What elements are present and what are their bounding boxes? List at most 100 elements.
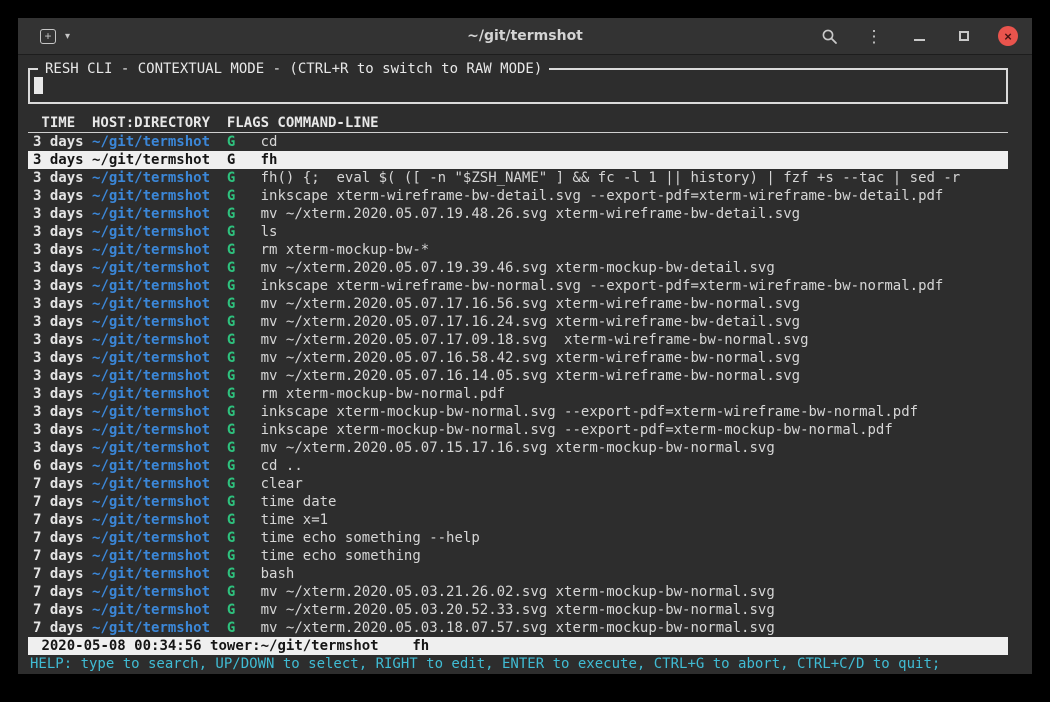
minimize-button[interactable] xyxy=(908,25,930,47)
row-directory: ~/git/termshot xyxy=(92,332,210,348)
tab-list-dropdown-button[interactable]: ▾ xyxy=(63,29,72,44)
row-directory: ~/git/termshot xyxy=(92,602,210,618)
history-row[interactable]: 3 days ~/git/termshot G mv ~/xterm.2020.… xyxy=(28,349,1008,367)
row-command: mv ~/xterm.2020.05.07.19.39.46.svg xterm… xyxy=(261,260,775,276)
history-row[interactable]: 3 days ~/git/termshot G mv ~/xterm.2020.… xyxy=(28,367,1008,385)
row-flags: G xyxy=(227,584,235,600)
new-tab-icon: + xyxy=(40,29,56,44)
history-row[interactable]: 3 days ~/git/termshot G mv ~/xterm.2020.… xyxy=(28,331,1008,349)
status-time: 2020-05-08 00:34:56 xyxy=(41,638,201,654)
row-flags: G xyxy=(227,512,235,528)
row-directory: ~/git/termshot xyxy=(92,260,210,276)
row-directory: ~/git/termshot xyxy=(92,278,210,294)
close-icon: × xyxy=(1004,30,1012,43)
close-button[interactable]: × xyxy=(998,26,1018,46)
history-row[interactable]: 7 days ~/git/termshot G time echo someth… xyxy=(28,547,1008,565)
row-time: 3 days xyxy=(33,332,84,348)
row-time: 3 days xyxy=(33,422,84,438)
history-row[interactable]: 3 days ~/git/termshot G fh() {; eval $( … xyxy=(28,169,1008,187)
row-flags: G xyxy=(227,206,235,222)
history-row[interactable]: 7 days ~/git/termshot G time echo someth… xyxy=(28,529,1008,547)
row-directory: ~/git/termshot xyxy=(92,476,210,492)
row-command: fh xyxy=(261,152,278,168)
help-line: HELP: type to search, UP/DOWN to select,… xyxy=(28,655,1008,673)
menu-button[interactable]: ⋮ xyxy=(863,25,885,47)
row-command: time x=1 xyxy=(261,512,328,528)
row-flags: G xyxy=(227,188,235,204)
row-time: 7 days xyxy=(33,512,84,528)
row-time: 3 days xyxy=(33,152,84,168)
history-row[interactable]: 7 days ~/git/termshot G mv ~/xterm.2020.… xyxy=(28,619,1008,637)
row-flags: G xyxy=(227,368,235,384)
row-time: 3 days xyxy=(33,368,84,384)
history-row[interactable]: 7 days ~/git/termshot G mv ~/xterm.2020.… xyxy=(28,583,1008,601)
row-command: time echo something xyxy=(261,548,421,564)
search-input[interactable]: RESH CLI - CONTEXTUAL MODE - (CTRL+R to … xyxy=(28,68,1008,104)
row-time: 3 days xyxy=(33,350,84,366)
row-flags: G xyxy=(227,332,235,348)
row-command: cd xyxy=(261,134,278,150)
row-directory: ~/git/termshot xyxy=(92,422,210,438)
row-flags: G xyxy=(227,224,235,240)
row-command: rm xterm-mockup-bw-* xyxy=(261,242,430,258)
row-time: 7 days xyxy=(33,620,84,636)
history-row[interactable]: 3 days ~/git/termshot G fh xyxy=(28,151,1008,169)
history-row[interactable]: 3 days ~/git/termshot G mv ~/xterm.2020.… xyxy=(28,259,1008,277)
row-flags: G xyxy=(227,422,235,438)
row-command: mv ~/xterm.2020.05.07.17.09.18.svg xterm… xyxy=(261,332,809,348)
row-directory: ~/git/termshot xyxy=(92,350,210,366)
new-tab-button[interactable]: + xyxy=(38,27,58,46)
row-flags: G xyxy=(227,296,235,312)
row-time: 3 days xyxy=(33,440,84,456)
row-directory: ~/git/termshot xyxy=(92,314,210,330)
row-directory: ~/git/termshot xyxy=(92,620,210,636)
history-row[interactable]: 7 days ~/git/termshot G mv ~/xterm.2020.… xyxy=(28,601,1008,619)
restore-icon xyxy=(959,31,969,41)
history-row[interactable]: 3 days ~/git/termshot G rm xterm-mockup-… xyxy=(28,241,1008,259)
history-row[interactable]: 3 days ~/git/termshot G mv ~/xterm.2020.… xyxy=(28,205,1008,223)
row-command: fh() {; eval $( ([ -n "$ZSH_NAME" ] && f… xyxy=(261,170,961,186)
status-command: fh xyxy=(412,638,429,654)
row-time: 3 days xyxy=(33,260,84,276)
screen: { "colors": { "terminal_bg": "#2d2d2d", … xyxy=(0,0,1050,702)
history-row[interactable]: 3 days ~/git/termshot G inkscape xterm-w… xyxy=(28,187,1008,205)
history-row[interactable]: 3 days ~/git/termshot G ls xyxy=(28,223,1008,241)
row-flags: G xyxy=(227,242,235,258)
history-rows: 3 days ~/git/termshot G cd3 days ~/git/t… xyxy=(28,133,1008,637)
row-command: mv ~/xterm.2020.05.07.17.16.56.svg xterm… xyxy=(261,296,800,312)
history-row[interactable]: 3 days ~/git/termshot G rm xterm-mockup-… xyxy=(28,385,1008,403)
titlebar-right-controls: ⋮ × xyxy=(818,25,1018,47)
row-time: 3 days xyxy=(33,170,84,186)
status-host-directory: tower:~/git/termshot xyxy=(210,638,379,654)
history-row[interactable]: 7 days ~/git/termshot G time date xyxy=(28,493,1008,511)
row-flags: G xyxy=(227,386,235,402)
history-row[interactable]: 3 days ~/git/termshot G inkscape xterm-m… xyxy=(28,403,1008,421)
row-command: inkscape xterm-mockup-bw-normal.svg --ex… xyxy=(261,422,893,438)
row-directory: ~/git/termshot xyxy=(92,530,210,546)
search-button[interactable] xyxy=(818,25,840,47)
row-flags: G xyxy=(227,602,235,618)
history-row[interactable]: 3 days ~/git/termshot G inkscape xterm-m… xyxy=(28,421,1008,439)
restore-button[interactable] xyxy=(953,25,975,47)
history-row[interactable]: 6 days ~/git/termshot G cd .. xyxy=(28,457,1008,475)
row-directory: ~/git/termshot xyxy=(92,386,210,402)
history-row[interactable]: 3 days ~/git/termshot G cd xyxy=(28,133,1008,151)
history-row[interactable]: 7 days ~/git/termshot G clear xyxy=(28,475,1008,493)
row-command: inkscape xterm-wireframe-bw-normal.svg -… xyxy=(261,278,944,294)
row-command: mv ~/xterm.2020.05.07.17.16.24.svg xterm… xyxy=(261,314,800,330)
history-row[interactable]: 3 days ~/git/termshot G mv ~/xterm.2020.… xyxy=(28,313,1008,331)
row-directory: ~/git/termshot xyxy=(92,134,210,150)
row-time: 7 days xyxy=(33,566,84,582)
history-column-header: TIME HOST:DIRECTORY FLAGS COMMAND-LINE xyxy=(28,114,1008,133)
row-flags: G xyxy=(227,548,235,564)
history-row[interactable]: 3 days ~/git/termshot G mv ~/xterm.2020.… xyxy=(28,295,1008,313)
minimize-icon xyxy=(914,39,925,41)
row-flags: G xyxy=(227,314,235,330)
row-time: 3 days xyxy=(33,242,84,258)
history-row[interactable]: 7 days ~/git/termshot G time x=1 xyxy=(28,511,1008,529)
row-directory: ~/git/termshot xyxy=(92,566,210,582)
history-row[interactable]: 3 days ~/git/termshot G mv ~/xterm.2020.… xyxy=(28,439,1008,457)
row-directory: ~/git/termshot xyxy=(92,584,210,600)
history-row[interactable]: 7 days ~/git/termshot G bash xyxy=(28,565,1008,583)
history-row[interactable]: 3 days ~/git/termshot G inkscape xterm-w… xyxy=(28,277,1008,295)
